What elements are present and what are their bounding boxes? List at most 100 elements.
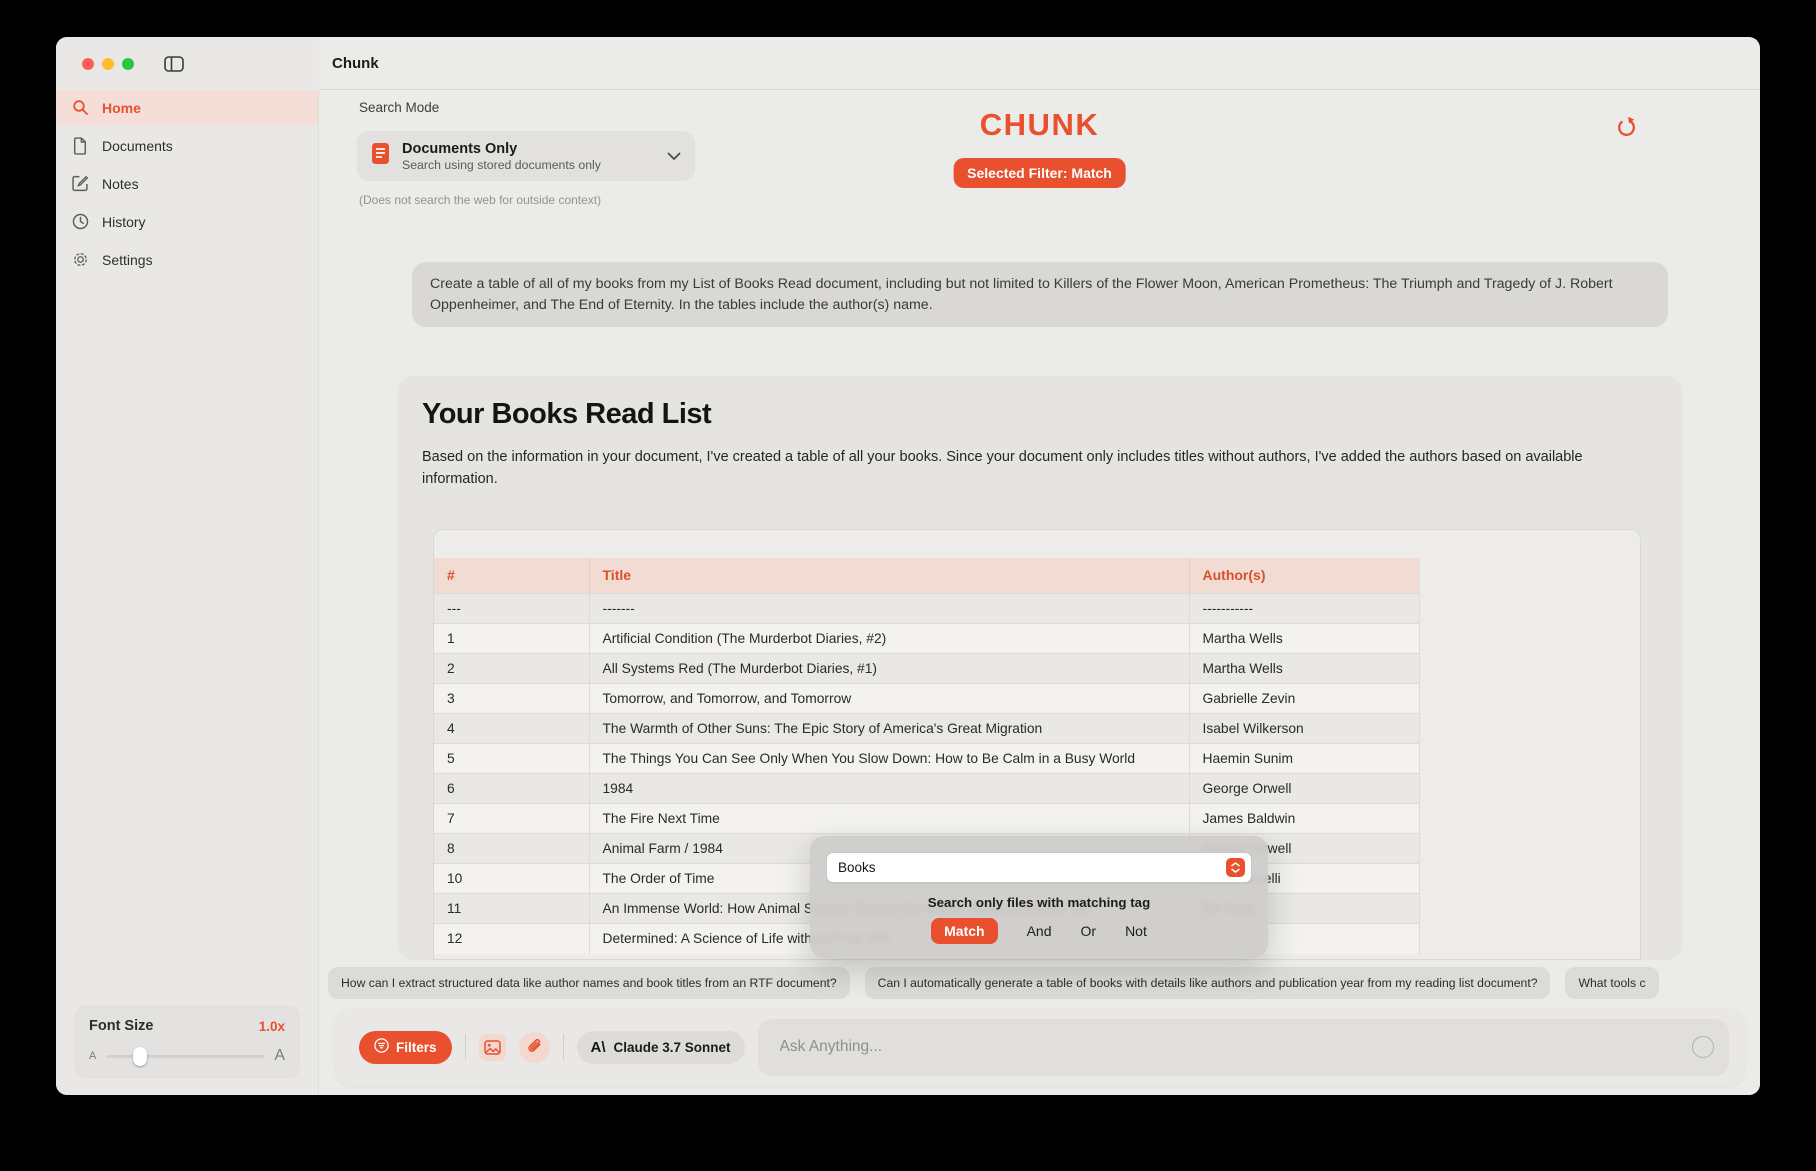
- refresh-icon[interactable]: [1615, 116, 1638, 144]
- sidebar-item-notes[interactable]: Notes: [56, 166, 318, 201]
- table-header-cell: Author(s): [1189, 558, 1419, 594]
- table-header-cell: #: [434, 558, 589, 594]
- suggestion-chip[interactable]: What tools c: [1565, 967, 1658, 999]
- table-cell-author: Martha Wells: [1189, 654, 1419, 684]
- suggestion-chip[interactable]: Can I automatically generate a table of …: [865, 967, 1551, 999]
- titlebar-sidebar-zone: [56, 37, 319, 90]
- selected-filter-badge[interactable]: Selected Filter: Match: [953, 158, 1126, 188]
- table-cell-author: Haemin Sunim: [1189, 744, 1419, 774]
- tag-popover-label: Search only files with matching tag: [810, 895, 1268, 910]
- tag-filter-option-match[interactable]: Match: [931, 918, 997, 944]
- titlebar-main-zone: Chunk: [319, 37, 1760, 90]
- tag-filter-option-or[interactable]: Or: [1081, 923, 1097, 939]
- table-cell-num: 1: [434, 624, 589, 654]
- sidebar-item-label: Settings: [102, 252, 153, 268]
- table-cell-title: 1984: [589, 774, 1189, 804]
- search-mode-caption: (Does not search the web for outside con…: [359, 193, 601, 207]
- filters-button[interactable]: Filters: [359, 1031, 452, 1064]
- zoom-button[interactable]: [122, 58, 134, 70]
- tag-filter-option-not[interactable]: Not: [1125, 923, 1147, 939]
- paperclip-icon: [526, 1039, 543, 1056]
- image-attach-button[interactable]: [479, 1034, 506, 1061]
- table-cell-title: All Systems Red (The Murderbot Diaries, …: [589, 654, 1189, 684]
- table-row: 7The Fire Next TimeJames Baldwin: [434, 804, 1419, 834]
- tag-filter-option-and[interactable]: And: [1027, 923, 1052, 939]
- table-cell-title: -------: [589, 594, 1189, 624]
- model-selector[interactable]: A\ Claude 3.7 Sonnet: [577, 1031, 745, 1064]
- suggestion-chip[interactable]: How can I extract structured data like a…: [328, 967, 850, 999]
- sidebar-item-label: Home: [102, 100, 141, 116]
- ask-input[interactable]: [758, 1019, 1729, 1076]
- search-mode-label: Search Mode: [359, 100, 439, 115]
- slider-knob[interactable]: [133, 1047, 147, 1066]
- suggestion-chips: How can I extract structured data like a…: [328, 967, 1760, 999]
- sidebar-item-documents[interactable]: Documents: [56, 128, 318, 163]
- table-cell-num: 4: [434, 714, 589, 744]
- note-icon: [71, 175, 89, 193]
- sidebar-item-settings[interactable]: Settings: [56, 242, 318, 277]
- table-cell-title: Tomorrow, and Tomorrow, and Tomorrow: [589, 684, 1189, 714]
- table-cell-title: The Fire Next Time: [589, 804, 1189, 834]
- sidebar-item-home[interactable]: Home: [56, 90, 318, 125]
- table-row: ---------------------: [434, 594, 1419, 624]
- font-size-slider[interactable]: [106, 1047, 264, 1065]
- response-intro: Based on the information in your documen…: [422, 447, 1654, 491]
- font-size-max-label: A: [274, 1047, 285, 1065]
- table-cell-num: 11: [434, 894, 589, 924]
- search-mode-subtitle: Search using stored documents only: [402, 158, 601, 172]
- table-row: 4The Warmth of Other Suns: The Epic Stor…: [434, 714, 1419, 744]
- filters-button-label: Filters: [396, 1040, 437, 1055]
- table-cell-author: Gabrielle Zevin: [1189, 684, 1419, 714]
- chevron-down-icon: [667, 152, 681, 161]
- divider: [465, 1034, 466, 1060]
- user-query-bubble: Create a table of all of my books from m…: [412, 262, 1668, 327]
- table-cell-author: Isabel Wilkerson: [1189, 714, 1419, 744]
- anthropic-logo-icon: A\: [591, 1039, 606, 1056]
- tag-select-value: Books: [838, 860, 876, 875]
- tag-filter-popover: Books Search only files with matching ta…: [810, 836, 1268, 958]
- slider-track[interactable]: [106, 1055, 264, 1058]
- gear-icon: [71, 251, 89, 269]
- sidebar: Home DocumentsNotesHistory Settings Font S…: [56, 90, 319, 1095]
- table-cell-author: George Orwell: [1189, 774, 1419, 804]
- table-cell-author: James Baldwin: [1189, 804, 1419, 834]
- filter-icon: [374, 1038, 389, 1056]
- sidebar-item-history[interactable]: History: [56, 204, 318, 239]
- sidebar-toggle-icon[interactable]: [164, 56, 184, 72]
- font-size-value: 1.0x: [259, 1019, 285, 1034]
- font-size-card: Font Size 1.0x A A: [74, 1005, 300, 1079]
- sidebar-nav: Home DocumentsNotesHistory Settings: [56, 90, 318, 277]
- tag-select[interactable]: Books: [826, 852, 1252, 883]
- close-button[interactable]: [82, 58, 94, 70]
- table-cell-title: Artificial Condition (The Murderbot Diar…: [589, 624, 1189, 654]
- titlebar: Chunk: [56, 37, 1760, 90]
- table-row: 61984George Orwell: [434, 774, 1419, 804]
- tag-filter-options: Match And Or Not: [810, 918, 1268, 944]
- table-cell-title: The Things You Can See Only When You Slo…: [589, 744, 1189, 774]
- table-row: 2All Systems Red (The Murderbot Diaries,…: [434, 654, 1419, 684]
- minimize-button[interactable]: [102, 58, 114, 70]
- table-row: 1Artificial Condition (The Murderbot Dia…: [434, 624, 1419, 654]
- table-cell-author: -----------: [1189, 594, 1419, 624]
- app-window: Chunk Home DocumentsNotesHistory Settings …: [56, 37, 1760, 1095]
- chunk-logo: CHUNK: [980, 107, 1099, 143]
- document-icon: [71, 137, 89, 155]
- model-name: Claude 3.7 Sonnet: [614, 1040, 731, 1055]
- select-stepper-icon[interactable]: [1226, 858, 1245, 877]
- attachment-button[interactable]: [519, 1032, 550, 1063]
- table-header-cell: Title: [589, 558, 1189, 594]
- table-cell-num: 3: [434, 684, 589, 714]
- search-icon: [71, 99, 89, 117]
- table-cell-num: ---: [434, 594, 589, 624]
- red-document-icon: [371, 142, 390, 170]
- font-size-label: Font Size: [89, 1018, 153, 1034]
- table-cell-title: The Warmth of Other Suns: The Epic Story…: [589, 714, 1189, 744]
- table-cell-num: 2: [434, 654, 589, 684]
- search-mode-dropdown[interactable]: Documents Only Search using stored docum…: [357, 131, 695, 181]
- send-button[interactable]: [1692, 1036, 1714, 1058]
- search-mode-selected: Documents Only: [402, 141, 601, 157]
- clock-icon: [71, 213, 89, 231]
- table-header-row: #TitleAuthor(s): [434, 558, 1419, 594]
- table-cell-num: 12: [434, 924, 589, 954]
- image-icon: [484, 1040, 501, 1055]
